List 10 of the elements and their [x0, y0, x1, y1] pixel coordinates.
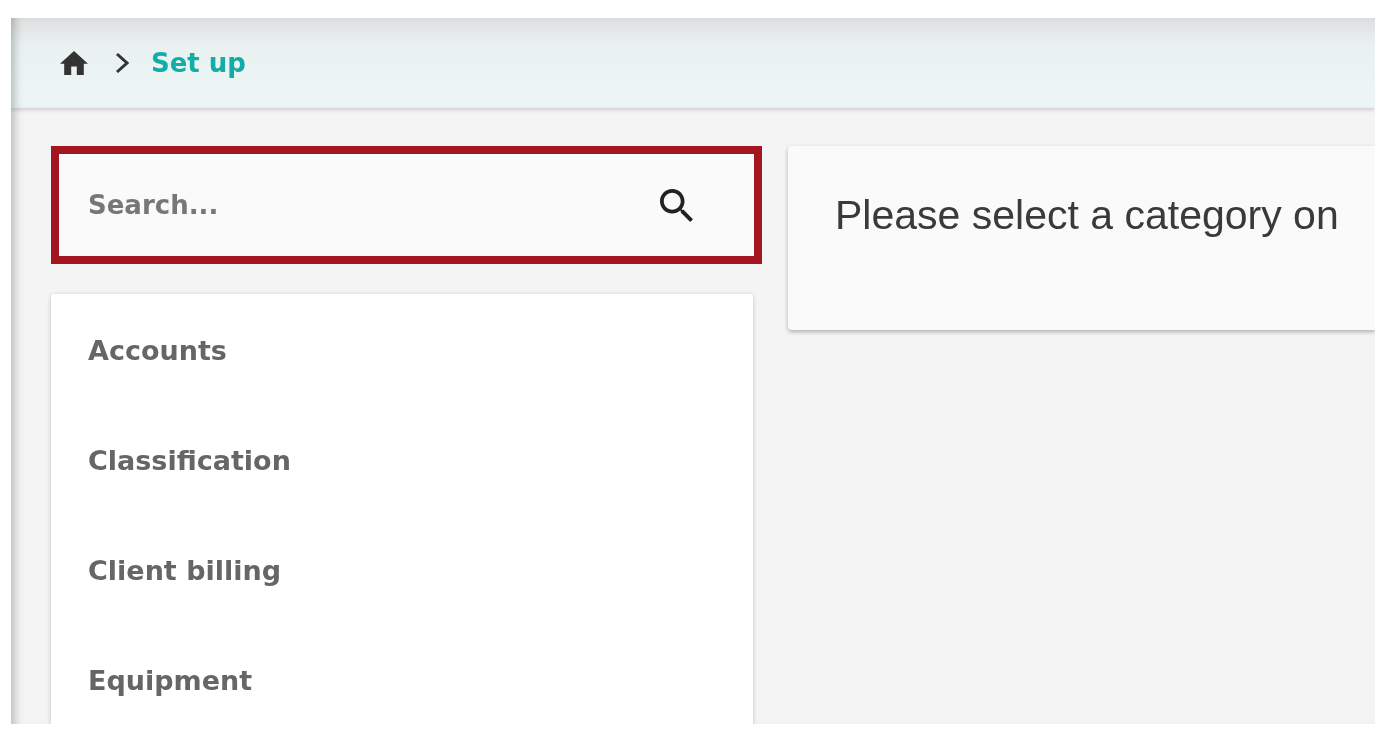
breadcrumb-current: Set up: [151, 48, 246, 78]
category-item[interactable]: Classification: [51, 405, 753, 515]
message-text: Please select a category on: [835, 192, 1339, 239]
search-icon[interactable]: [660, 188, 693, 222]
search-field[interactable]: Search...: [88, 190, 660, 220]
chevron-right-icon: [115, 52, 129, 74]
category-item[interactable]: Accounts: [51, 295, 753, 405]
category-item[interactable]: Client billing: [51, 515, 753, 625]
category-item[interactable]: Equipment: [51, 625, 753, 724]
home-icon[interactable]: [60, 51, 88, 75]
